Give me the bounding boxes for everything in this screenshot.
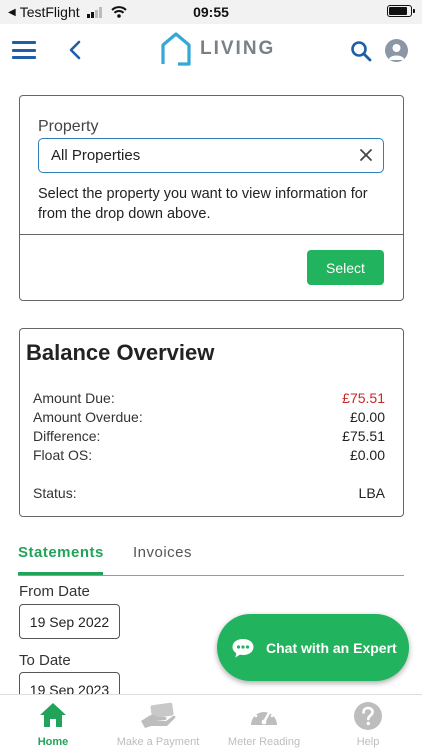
- property-selected-value: All Properties: [51, 147, 141, 164]
- from-date-field[interactable]: 19 Sep 2022: [19, 604, 120, 639]
- nav-home[interactable]: Home: [23, 695, 83, 750]
- statement-tabs: Statements Invoices: [18, 544, 404, 576]
- back-chevron-icon[interactable]: [64, 36, 88, 64]
- status-bar: ◀ TestFlight 09:55: [0, 0, 422, 24]
- nav-meter-reading-label: Meter Reading: [227, 736, 301, 748]
- battery-icon: [387, 5, 415, 17]
- property-dropdown[interactable]: All Properties: [38, 138, 384, 173]
- nav-meter-reading[interactable]: Meter Reading: [222, 695, 306, 750]
- float-os-value: £0.00: [349, 447, 385, 463]
- nav-help[interactable]: Help: [338, 695, 398, 750]
- home-icon: [40, 703, 66, 727]
- amount-overdue-label: Amount Overdue:: [33, 409, 143, 425]
- nav-make-payment-label: Make a Payment: [116, 736, 200, 748]
- select-button[interactable]: Select: [307, 250, 384, 285]
- house-logo-icon: [161, 32, 191, 66]
- difference-row: Difference: £75.51: [33, 428, 385, 444]
- bottom-navigation: Home Make a Payment Meter Reading Help: [0, 694, 422, 750]
- chat-bubble-icon: [232, 638, 254, 657]
- divider: [20, 234, 403, 235]
- tab-invoices[interactable]: Invoices: [133, 544, 192, 575]
- amount-overdue-value: £0.00: [349, 409, 385, 425]
- float-os-label: Float OS:: [33, 447, 93, 463]
- app-header: LIVING: [0, 24, 422, 76]
- app-logo: LIVING: [160, 31, 275, 67]
- status-label: Status:: [33, 485, 77, 501]
- amount-overdue-row: Amount Overdue: £0.00: [33, 409, 385, 425]
- status-time: 09:55: [193, 4, 229, 20]
- status-value: LBA: [358, 485, 385, 501]
- payment-hand-icon: [141, 702, 176, 728]
- tab-statements[interactable]: Statements: [18, 544, 103, 575]
- search-icon[interactable]: [350, 40, 372, 62]
- from-date-label: From Date: [19, 583, 90, 600]
- amount-due-label: Amount Due:: [33, 390, 115, 406]
- balance-overview-card: Balance Overview Amount Due: £75.51 Amou…: [19, 328, 404, 517]
- chat-label: Chat with an Expert: [266, 639, 397, 656]
- gauge-icon: [251, 707, 277, 725]
- amount-due-value: £75.51: [342, 390, 385, 406]
- property-label: Property: [38, 118, 99, 135]
- logo-text: LIVING: [200, 38, 276, 59]
- balance-title: Balance Overview: [26, 340, 215, 365]
- difference-label: Difference:: [33, 428, 101, 444]
- nav-help-label: Help: [356, 736, 380, 748]
- user-avatar-icon[interactable]: [385, 39, 408, 62]
- to-date-label: To Date: [19, 652, 71, 669]
- hamburger-icon[interactable]: [12, 41, 36, 59]
- property-help-text: Select the property you want to view inf…: [38, 186, 368, 222]
- chat-with-expert-button[interactable]: Chat with an Expert: [217, 614, 409, 681]
- property-card: Property All Properties Select the prope…: [19, 95, 404, 301]
- clear-icon[interactable]: [359, 148, 373, 162]
- status-row: Status: LBA: [33, 485, 385, 501]
- nav-make-payment[interactable]: Make a Payment: [111, 695, 205, 750]
- float-os-row: Float OS: £0.00: [33, 447, 385, 463]
- nav-home-label: Home: [37, 736, 69, 748]
- amount-due-row: Amount Due: £75.51: [33, 390, 385, 406]
- difference-value: £75.51: [342, 428, 385, 444]
- help-icon: [354, 702, 382, 730]
